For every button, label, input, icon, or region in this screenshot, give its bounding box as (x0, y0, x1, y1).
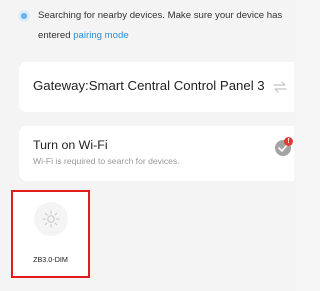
wifi-subtitle: Wi-Fi is required to search for devices. (33, 156, 180, 166)
add-device-screen: Searching for nearby devices. Make sure … (0, 0, 294, 291)
wifi-title: Turn on Wi-Fi (33, 138, 108, 152)
alert-badge: ! (284, 137, 293, 146)
gateway-label: Gateway:Smart Central Control Panel 3 (33, 78, 265, 93)
device-icon-circle (34, 202, 68, 236)
device-tile[interactable]: ZB3.0-DIM (11, 190, 90, 278)
radar-search-icon (18, 10, 30, 22)
gateway-selector[interactable]: Gateway:Smart Central Control Panel 3 (19, 62, 294, 112)
search-notice-text: Searching for nearby devices. Make sure … (38, 6, 294, 46)
device-label: ZB3.0-DIM (33, 255, 68, 264)
pairing-mode-link[interactable]: pairing mode (73, 30, 128, 41)
light-bulb-icon (42, 210, 60, 228)
swap-icon[interactable] (273, 81, 287, 93)
wifi-prompt-card[interactable]: Turn on Wi-Fi Wi-Fi is required to searc… (19, 126, 294, 181)
